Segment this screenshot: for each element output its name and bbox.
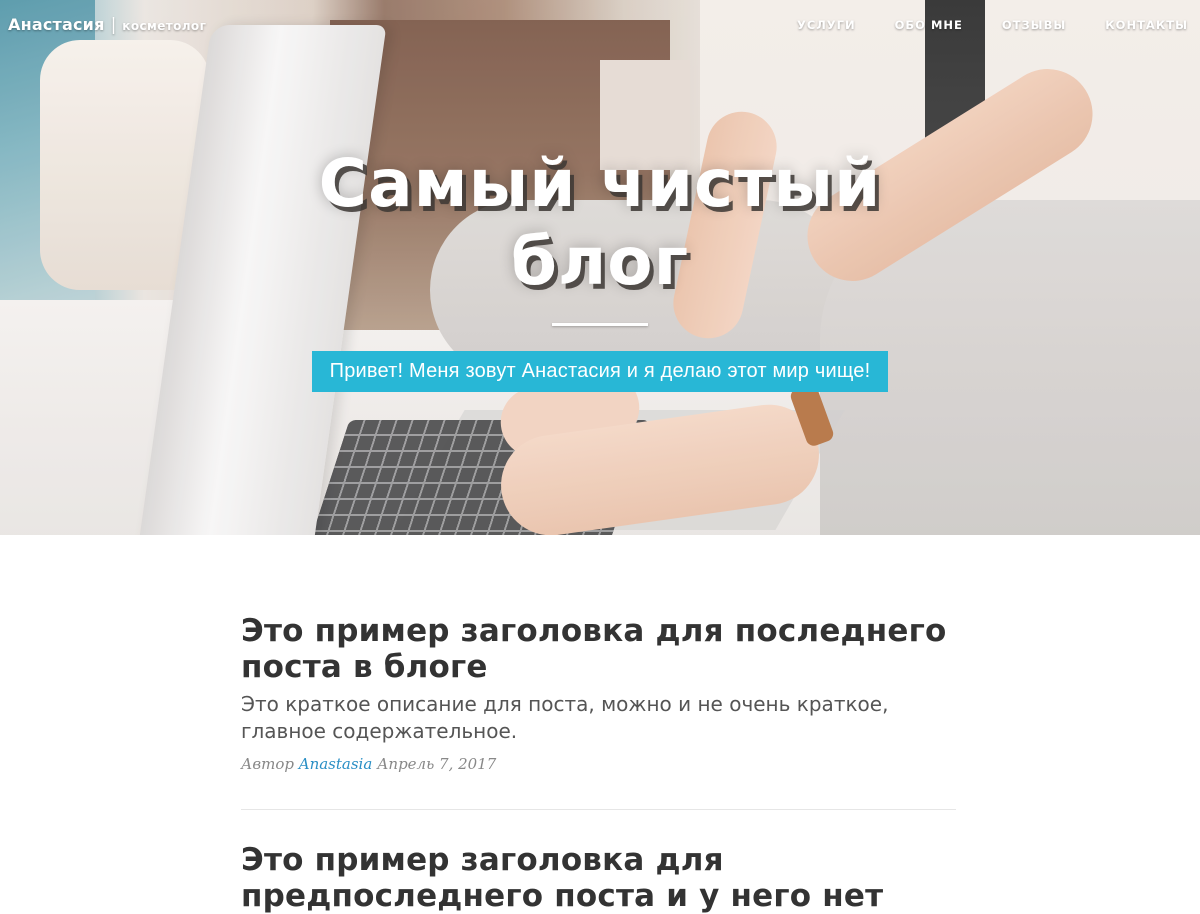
post-subtitle: Это краткое описание для поста, можно и … [241,692,889,743]
post-divider [241,809,956,810]
post-title[interactable]: Это пример заголовка для предпоследнего … [241,842,956,914]
nav-link-contacts[interactable]: КОНТАКТЫ [1066,18,1188,32]
post-preview[interactable]: Это пример заголовка для последнего пост… [241,613,956,773]
brand-link[interactable]: Анастасия | косметолог [8,15,206,35]
brand-name: Анастасия [8,15,105,34]
brand-separator: | [110,15,117,35]
post-author-link[interactable]: Anastasia [299,755,373,773]
nav-link-services[interactable]: УСЛУГИ [758,18,856,32]
hero-subtitle: Привет! Меня зовут Анастасия и я делаю э… [311,351,889,392]
nav-menu: УСЛУГИ ОБО МНЕ ОТЗЫВЫ КОНТАКТЫ [758,18,1188,32]
post-meta-prefix: Автор [241,755,294,773]
hero-title: Самый чистый блог [318,145,882,300]
hero-divider [552,323,648,326]
hero-header: Анастасия | косметолог УСЛУГИ ОБО МНЕ ОТ… [0,0,1200,535]
top-navbar: Анастасия | косметолог УСЛУГИ ОБО МНЕ ОТ… [0,0,1200,50]
brand-role: косметолог [122,19,207,33]
nav-link-about[interactable]: ОБО МНЕ [856,18,963,32]
nav-link-reviews[interactable]: ОТЗЫВЫ [963,18,1066,32]
post-date: Апрель 7, 2017 [377,755,497,773]
post-list: Это пример заголовка для последнего пост… [0,535,1200,914]
post-preview[interactable]: Это пример заголовка для предпоследнего … [241,842,956,914]
hero-heading-block: Самый чистый блог Привет! Меня зовут Ана… [0,145,1200,392]
post-meta: Автор Anastasia Апрель 7, 2017 [241,755,956,773]
post-title[interactable]: Это пример заголовка для последнего пост… [241,613,956,685]
